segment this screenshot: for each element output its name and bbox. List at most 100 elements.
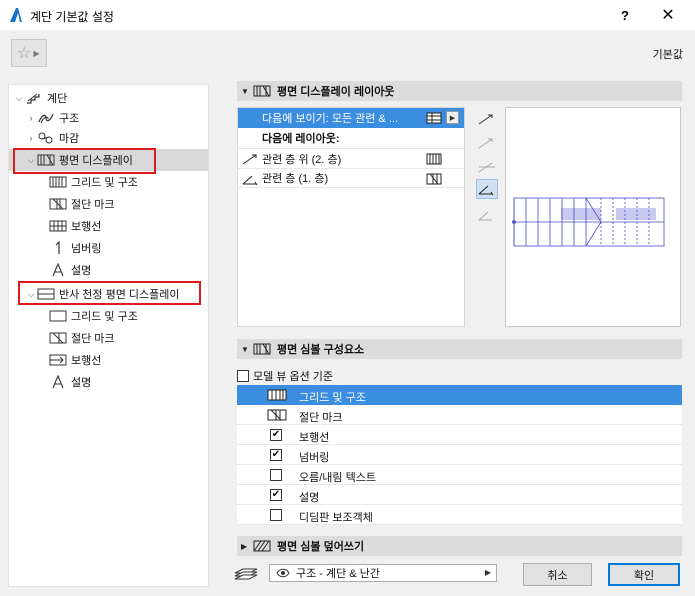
component-row-walking-line[interactable]: ✔ 보행선: [237, 425, 682, 445]
description-icon: [49, 263, 67, 277]
chevron-right-icon[interactable]: ›: [25, 113, 37, 123]
grid-structure-outline-icon: [49, 309, 67, 323]
layout-row-heading: 다음에 레이아웃:: [238, 128, 464, 148]
section-title: 평면 디스플레이 레이아웃: [277, 86, 395, 98]
tree-item-rcp-break-mark[interactable]: 절단 마크: [9, 327, 208, 349]
highlight-box-rcp: [18, 281, 201, 305]
component-label: 오름/내림 텍스트: [299, 472, 376, 484]
collapse-arrow-icon[interactable]: ▼: [241, 345, 253, 354]
component-row-tread-accessories[interactable]: 디딤판 보조객체: [237, 505, 682, 525]
component-label: 보행선: [299, 432, 330, 444]
section-header-overrides[interactable]: ▶ 평면 심볼 덮어쓰기: [237, 536, 682, 556]
tree-item-stair[interactable]: ⌵ 계단: [9, 87, 208, 109]
chevron-right-icon[interactable]: ›: [25, 133, 37, 143]
tree-item-break-mark[interactable]: 절단 마크: [9, 193, 208, 215]
tree-item-label: 구조: [59, 113, 80, 125]
tree-item-rcp-walking-line[interactable]: 보행선: [9, 349, 208, 371]
stair-up-icon: [478, 114, 493, 125]
eye-icon: [276, 568, 290, 578]
expand-arrow-icon[interactable]: ▶: [241, 542, 253, 551]
arrow-right-icon: ▶: [33, 48, 40, 58]
break-mark-icon: [426, 173, 442, 185]
checkbox[interactable]: [270, 509, 282, 521]
title-bar: 계단 기본값 설정 ? ✕: [0, 0, 695, 30]
tree-item-structure[interactable]: › 구조: [9, 107, 208, 129]
tool-stair-below-button[interactable]: [476, 205, 498, 225]
model-view-option-checkbox[interactable]: 모델 뷰 옵션 기준: [237, 368, 333, 384]
favorites-button[interactable]: ☆ ▶: [11, 39, 47, 67]
checkbox[interactable]: [237, 370, 249, 382]
tree-item-description[interactable]: 설명: [9, 259, 208, 281]
tree-item-label: 보행선: [71, 221, 102, 233]
tree-item-label: 절단 마크: [71, 199, 115, 211]
help-button[interactable]: ?: [603, 0, 647, 30]
checkbox[interactable]: ✔: [270, 449, 282, 461]
tree-item-label: 그리드 및 구조: [71, 311, 138, 323]
component-label: 넘버링: [299, 452, 330, 464]
numbering-icon: [49, 241, 67, 255]
stair-preview-drawing: [512, 197, 665, 247]
stair-line-home-icon: [242, 175, 258, 186]
tool-stair-above-dim-button[interactable]: [476, 133, 498, 153]
tool-stair-above-button[interactable]: [476, 109, 498, 129]
tree-item-label: 계단: [47, 93, 68, 105]
tree-item-numbering[interactable]: 넘버링: [9, 237, 208, 259]
tool-stair-mid-button[interactable]: [476, 157, 498, 177]
layout-row-home-story[interactable]: 관련 층 (1. 층): [238, 168, 464, 188]
highlight-box-floor-plan: [13, 148, 156, 174]
layout-list: 다음에 보이기: 모든 관련 & ... ▶ 다음에 레이아웃: 관련 층 위 …: [237, 107, 465, 327]
section-header-layout[interactable]: ▼ 평면 디스플레이 레이아웃: [237, 81, 682, 101]
cancel-button[interactable]: 취소: [523, 563, 592, 586]
section-header-components[interactable]: ▼ 평면 심볼 구성요소: [237, 339, 682, 359]
stair-mid-icon: [478, 162, 495, 173]
tool-stair-home-button[interactable]: [476, 179, 498, 199]
layers-icon: [234, 568, 258, 580]
stair-up-dim-icon: [478, 138, 493, 149]
walking-line-icon: [49, 219, 67, 233]
floor-plan-display-icon: [253, 84, 271, 98]
stair-preview: [505, 107, 681, 327]
override-icon: [253, 539, 271, 553]
checkbox[interactable]: ✔: [270, 489, 282, 501]
archicad-app-icon: [10, 8, 22, 22]
dropdown-arrow-icon: ▶: [484, 568, 491, 577]
tree-item-walking-line[interactable]: 보행선: [9, 215, 208, 237]
more-options-button[interactable]: ▶: [446, 111, 459, 124]
component-row-up-down-text[interactable]: 오름/내림 텍스트: [237, 465, 682, 485]
component-label: 설명: [299, 492, 320, 504]
stair-icon: [25, 91, 43, 105]
checkbox-label: 모델 뷰 옵션 기준: [253, 371, 334, 383]
component-label: 그리드 및 구조: [299, 392, 366, 404]
component-row-break-mark[interactable]: 절단 마크: [237, 405, 682, 425]
grid-structure-icon: [49, 175, 67, 189]
checkbox[interactable]: [270, 469, 282, 481]
collapse-arrow-icon[interactable]: ▼: [241, 87, 253, 96]
break-mark-icon: [49, 331, 67, 345]
break-mark-icon: [49, 197, 67, 211]
checkbox[interactable]: ✔: [270, 429, 282, 441]
section-title: 평면 심볼 덮어쓰기: [277, 541, 365, 553]
layer-dropdown[interactable]: 구조 - 계단 & 난간 ▶: [269, 564, 497, 582]
tree-item-rcp-grid-structure[interactable]: 그리드 및 구조: [9, 305, 208, 327]
component-row-grid-structure[interactable]: 그리드 및 구조: [237, 385, 682, 405]
layout-row-story-above[interactable]: 관련 층 위 (2. 층): [238, 148, 464, 168]
tree-item-grid-structure[interactable]: 그리드 및 구조: [9, 171, 208, 193]
tree-item-label: 설명: [71, 377, 92, 389]
tree-item-finish[interactable]: › 마감: [9, 127, 208, 149]
view-tool-column: [474, 107, 500, 327]
layout-row-label: 관련 층 (1. 층): [262, 173, 329, 185]
component-row-description[interactable]: ✔ 설명: [237, 485, 682, 505]
preset-label: 기본값: [652, 49, 683, 61]
component-label: 절단 마크: [299, 412, 343, 424]
section-title: 평면 심볼 구성요소: [277, 344, 365, 356]
layout-row-show-on[interactable]: 다음에 보이기: 모든 관련 & ... ▶: [238, 108, 464, 128]
chevron-down-icon[interactable]: ⌵: [13, 93, 25, 104]
ok-button[interactable]: 확인: [608, 563, 680, 586]
close-button[interactable]: ✕: [646, 0, 690, 30]
component-row-numbering[interactable]: ✔ 넘버링: [237, 445, 682, 465]
tree-item-rcp-description[interactable]: 설명: [9, 371, 208, 393]
stair-below-icon: [478, 211, 492, 221]
layout-row-label: 다음에 레이아웃:: [262, 133, 340, 145]
description-icon: [49, 375, 67, 389]
stories-icon: [426, 112, 442, 124]
